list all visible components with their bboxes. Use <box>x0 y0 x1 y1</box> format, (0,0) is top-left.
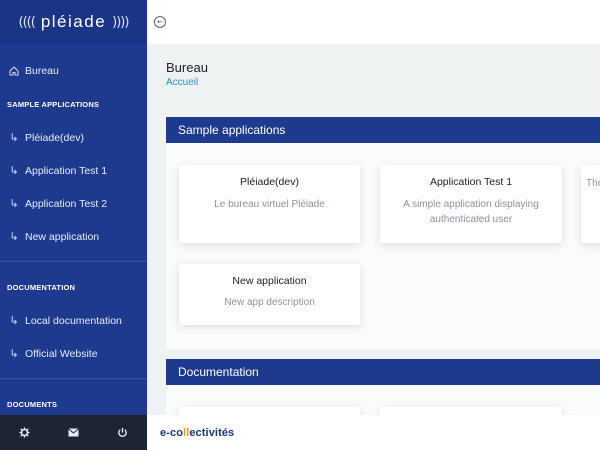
card-description: New app description <box>224 297 315 308</box>
power-icon <box>118 427 127 437</box>
doc-card[interactable] <box>380 407 562 415</box>
logo-prefix: e-co <box>160 426 184 439</box>
sidebar-item-application-test-1[interactable]: ↳ Application Test 1 <box>0 154 147 187</box>
sidebar-divider <box>0 261 147 262</box>
gear-icon <box>19 427 30 438</box>
arrow-left-circle-icon: ← <box>157 18 163 26</box>
sidebar-item-new-application[interactable]: ↳ New application <box>0 220 147 253</box>
subitem-arrow-icon: ↳ <box>9 314 19 327</box>
logo-suffix: ectivités <box>189 426 235 439</box>
sidebar-item-application-test-2[interactable]: ↳ Application Test 2 <box>0 187 147 220</box>
subitem-arrow-icon: ↳ <box>9 230 19 243</box>
sidebar-item-label: Local documentation <box>25 314 122 327</box>
panel-title: Documentation <box>178 365 259 379</box>
card-description: Le bureau virtuel Pléiade <box>214 199 325 210</box>
sidebar-divider <box>0 378 147 379</box>
main-content: Bureau Accueil Sample applications Pléia… <box>147 44 600 415</box>
signal-right-icon: )))) <box>112 14 129 30</box>
mail-icon <box>68 428 79 437</box>
ecollectivites-logo[interactable]: e-collectivités <box>160 427 234 439</box>
card-description: The <box>586 178 600 189</box>
sidebar: (((( pléiade )))) Bureau SAMPLE APPLICAT… <box>0 0 147 450</box>
brand-name: pléiade <box>40 12 107 31</box>
subitem-arrow-icon: ↳ <box>9 197 19 210</box>
panel-header-sample-applications: Sample applications <box>166 117 600 143</box>
top-bar: ← <box>147 0 600 44</box>
sidebar-item-official-website[interactable]: ↳ Official Website <box>0 337 147 370</box>
app-card-application-test-2[interactable]: The <box>581 165 600 243</box>
signal-left-icon: (((( <box>18 14 36 30</box>
subitem-arrow-icon: ↳ <box>9 164 19 177</box>
sidebar-section-sample-applications: SAMPLE APPLICATIONS <box>7 99 100 109</box>
panel-body-sample-applications: Pléiade(dev) Le bureau virtuel Pléiade A… <box>166 143 600 349</box>
sidebar-footer <box>0 415 147 450</box>
sidebar-item-label: Pléiade(dev) <box>25 131 84 144</box>
logout-button[interactable] <box>108 415 138 450</box>
mail-button[interactable] <box>59 415 89 450</box>
breadcrumb-accueil[interactable]: Accueil <box>166 77 198 88</box>
page-title: Bureau <box>166 60 208 75</box>
doc-card[interactable] <box>179 407 360 415</box>
sidebar-item-label: Official Website <box>25 347 98 360</box>
app-card-application-test-1[interactable]: Application Test 1 A simple application … <box>380 165 562 243</box>
collapse-sidebar-button[interactable]: ← <box>154 16 166 28</box>
sidebar-item-label: Bureau <box>25 64 59 77</box>
subitem-arrow-icon: ↳ <box>9 347 19 360</box>
card-description: A simple application displaying authenti… <box>403 199 539 225</box>
bottom-bar: e-collectivités <box>147 415 600 450</box>
card-title: Application Test 1 <box>429 176 513 188</box>
card-title: New application <box>232 275 307 287</box>
sidebar-item-label: New application <box>25 230 100 243</box>
brand-logo[interactable]: (((( pléiade )))) <box>0 0 147 44</box>
sidebar-item-label: Application Test 1 <box>25 164 108 177</box>
panel-body-documentation <box>166 385 600 415</box>
panel-header-documentation: Documentation <box>166 359 600 385</box>
settings-button[interactable] <box>10 415 40 450</box>
sidebar-section-documentation: DOCUMENTATION <box>7 282 76 292</box>
panel-title: Sample applications <box>178 123 286 137</box>
home-icon <box>8 65 20 76</box>
sidebar-item-pleiade-dev[interactable]: ↳ Pléiade(dev) <box>0 121 147 154</box>
subitem-arrow-icon: ↳ <box>9 131 19 144</box>
card-title: Pléiade(dev) <box>240 176 299 188</box>
app-card-new-application[interactable]: New application New app description <box>179 264 360 325</box>
app-card-pleiade-dev[interactable]: Pléiade(dev) Le bureau virtuel Pléiade <box>179 165 360 243</box>
sidebar-item-bureau[interactable]: Bureau <box>0 54 147 87</box>
sidebar-item-label: Application Test 2 <box>25 197 108 210</box>
sidebar-item-local-documentation[interactable]: ↳ Local documentation <box>0 304 147 337</box>
